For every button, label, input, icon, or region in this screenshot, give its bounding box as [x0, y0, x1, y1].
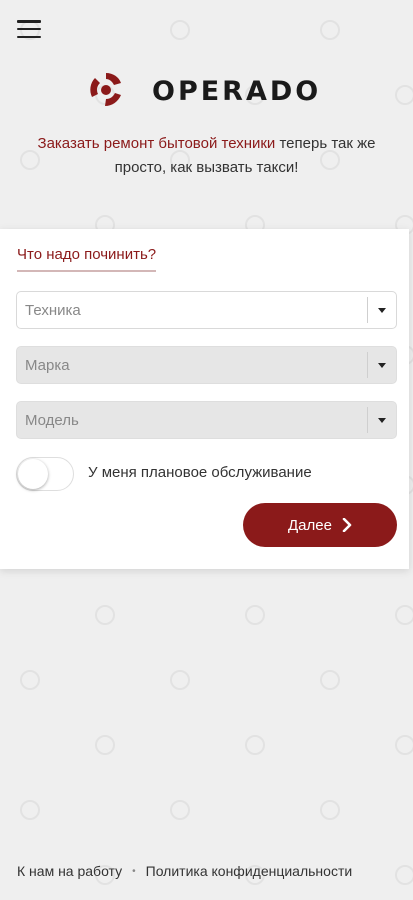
operado-wordmark: OPERADO	[152, 76, 321, 105]
model-select[interactable]: Модель	[16, 401, 397, 439]
model-placeholder: Модель	[25, 411, 79, 429]
form-title: Что надо починить?	[17, 246, 157, 272]
toggle-knob	[18, 459, 48, 489]
brand-placeholder: Марка	[25, 356, 70, 374]
next-button-label: Далее	[288, 516, 332, 534]
footer-separator: •	[132, 865, 136, 877]
maintenance-toggle[interactable]	[16, 457, 74, 491]
chevron-down-icon[interactable]	[368, 307, 396, 313]
device-type-placeholder: Техника	[25, 301, 81, 319]
careers-link[interactable]: К нам на работу	[17, 863, 122, 879]
privacy-policy-link[interactable]: Политика конфиденциальности	[146, 863, 353, 879]
chevron-down-icon[interactable]	[368, 417, 396, 423]
footer: К нам на работу • Политика конфиденциаль…	[17, 863, 352, 879]
repair-request-card: Что надо починить? Техника Марка Модель …	[0, 229, 409, 569]
tagline: Заказать ремонт бытовой техники теперь т…	[20, 132, 393, 180]
operado-logo-mark-icon	[90, 73, 121, 106]
chevron-right-icon	[342, 518, 352, 532]
hamburger-menu-icon[interactable]	[17, 20, 41, 38]
device-type-select[interactable]: Техника	[16, 291, 397, 329]
brand-logo[interactable]: OPERADO	[88, 71, 324, 109]
brand-select[interactable]: Марка	[16, 346, 397, 384]
svg-text:OPERADO: OPERADO	[152, 76, 321, 105]
next-button[interactable]: Далее	[243, 503, 397, 547]
maintenance-toggle-label: У меня плановое обслуживание	[88, 464, 312, 481]
tagline-accent: Заказать ремонт бытовой техники	[37, 135, 276, 152]
chevron-down-icon[interactable]	[368, 362, 396, 368]
